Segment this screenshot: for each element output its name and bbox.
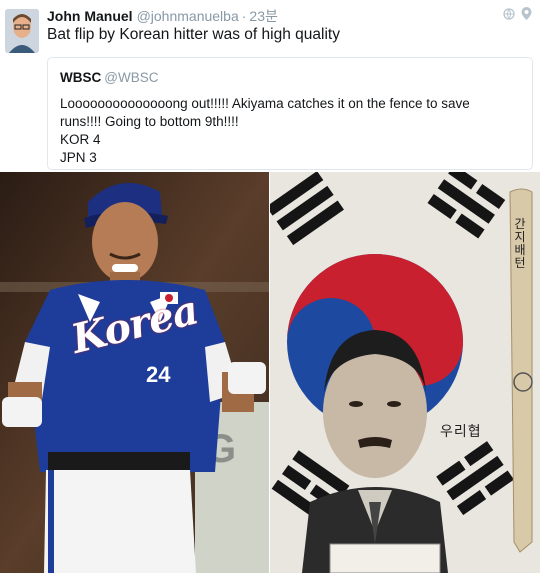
timestamp[interactable]: 23분 [249,8,277,24]
separator-dot: · [241,8,247,24]
tweet-text: Bat flip by Korean hitter was of high qu… [47,26,340,43]
quoted-line: JPN 3 [60,150,97,165]
jersey-number: 24 [146,362,171,387]
tweet-meta: John Manuel @johnmanuelba · 23분 [47,6,278,26]
quoted-line: KOR 4 [60,132,101,147]
author-handle[interactable]: @johnmanuelba [137,8,239,24]
globe-icon [503,7,515,25]
geo-icons [503,7,532,25]
quoted-author-name: WBSC [60,70,102,85]
tweet: John Manuel @johnmanuelba · 23분 Bat flip by… [0,0,540,172]
tweet-photos: G Korea 24 간지 배턴 우리협 [0,172,540,573]
photo-player[interactable]: G Korea 24 [0,172,269,573]
bat-text: 간지 배턴 [514,217,526,270]
caption-text: 우리협 [440,424,482,440]
photo-flag-portrait[interactable]: 간지 배턴 우리협 [270,172,540,573]
quoted-line: Loooooooooooooong out!!!!! Akiyama catch… [60,96,470,111]
location-pin-icon [521,7,532,25]
quoted-line: runs!!!! Going to bottom 9th!!!! [60,114,239,129]
quoted-tweet[interactable]: WBSC @WBSC Loooooooooooooong out!!!!! Aki… [47,57,533,170]
quoted-author-handle: @WBSC [104,70,159,85]
quoted-author: WBSC @WBSC [60,70,158,85]
quoted-text: Loooooooooooooong out!!!!! Akiyama catch… [60,95,470,167]
author-name[interactable]: John Manuel [47,8,133,24]
avatar[interactable] [5,9,39,53]
